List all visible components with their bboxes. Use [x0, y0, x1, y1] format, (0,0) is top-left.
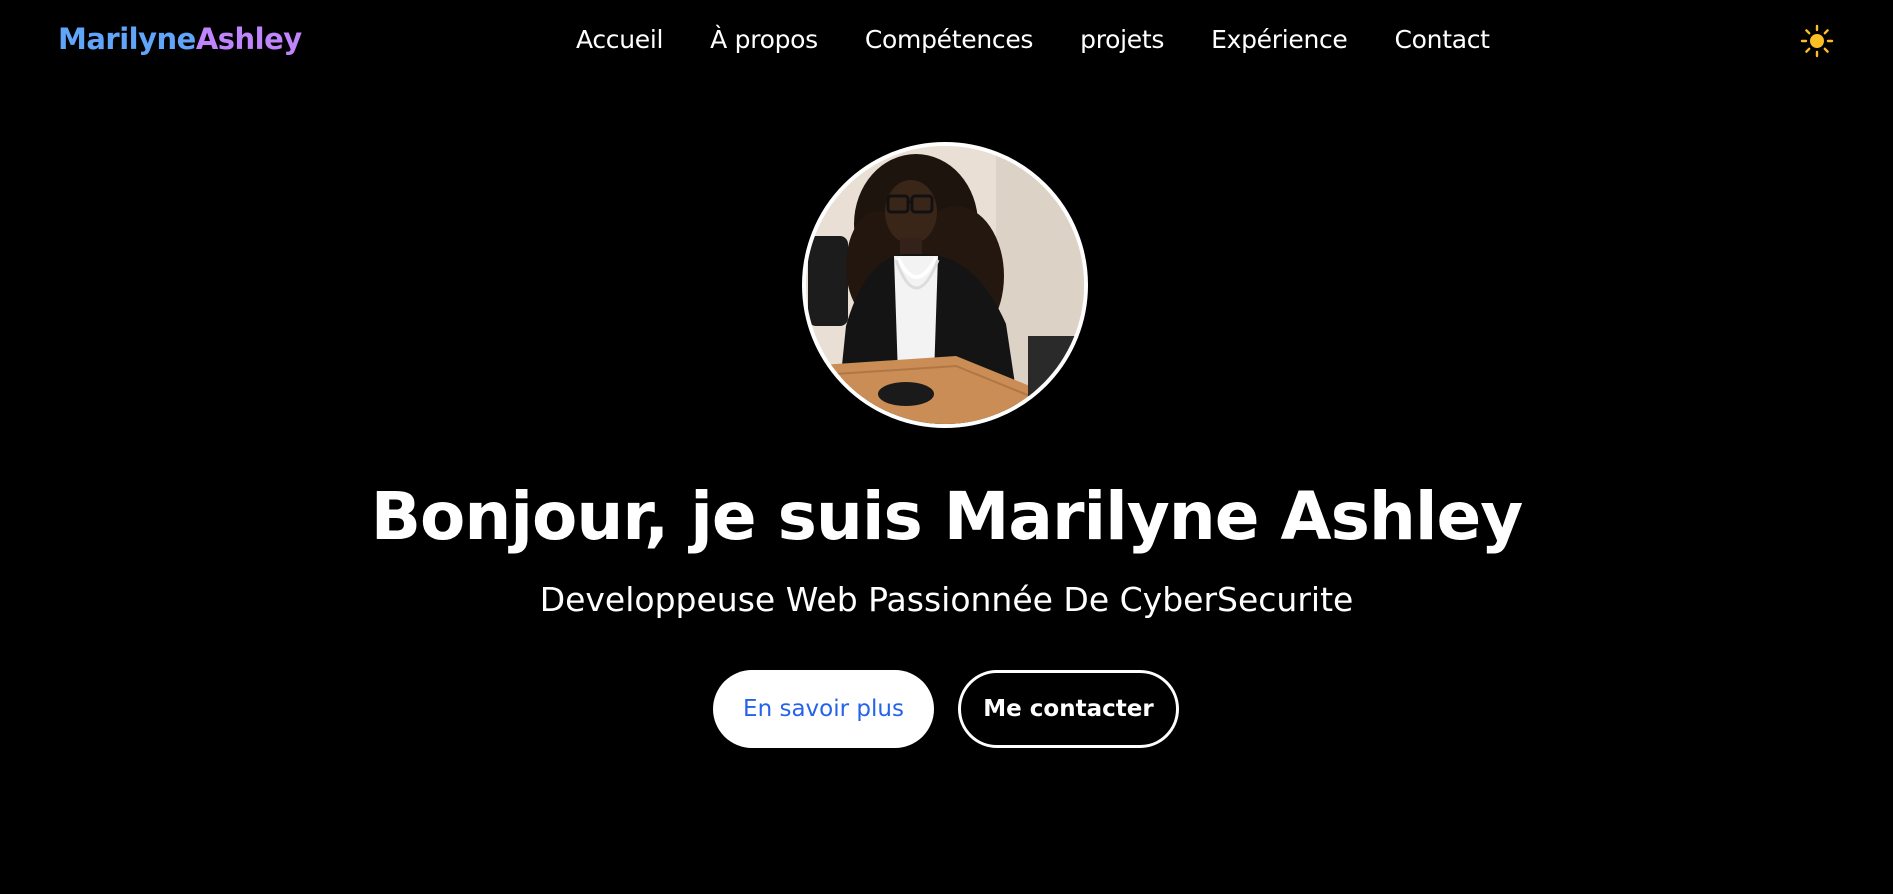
page: MarilyneAshley Accueil À propos Compéten…: [0, 0, 1893, 894]
hero-title: Bonjour, je suis Marilyne Ashley: [370, 478, 1524, 555]
contact-me-button[interactable]: Me contacter: [958, 670, 1179, 748]
learn-more-button[interactable]: En savoir plus: [713, 670, 934, 748]
hero-section: Bonjour, je suis Marilyne Ashley Develop…: [0, 0, 1893, 894]
profile-avatar: [802, 142, 1088, 428]
profile-photo: [806, 146, 1084, 424]
hero-subtitle: Developpeuse Web Passionnée De CyberSecu…: [539, 580, 1354, 619]
